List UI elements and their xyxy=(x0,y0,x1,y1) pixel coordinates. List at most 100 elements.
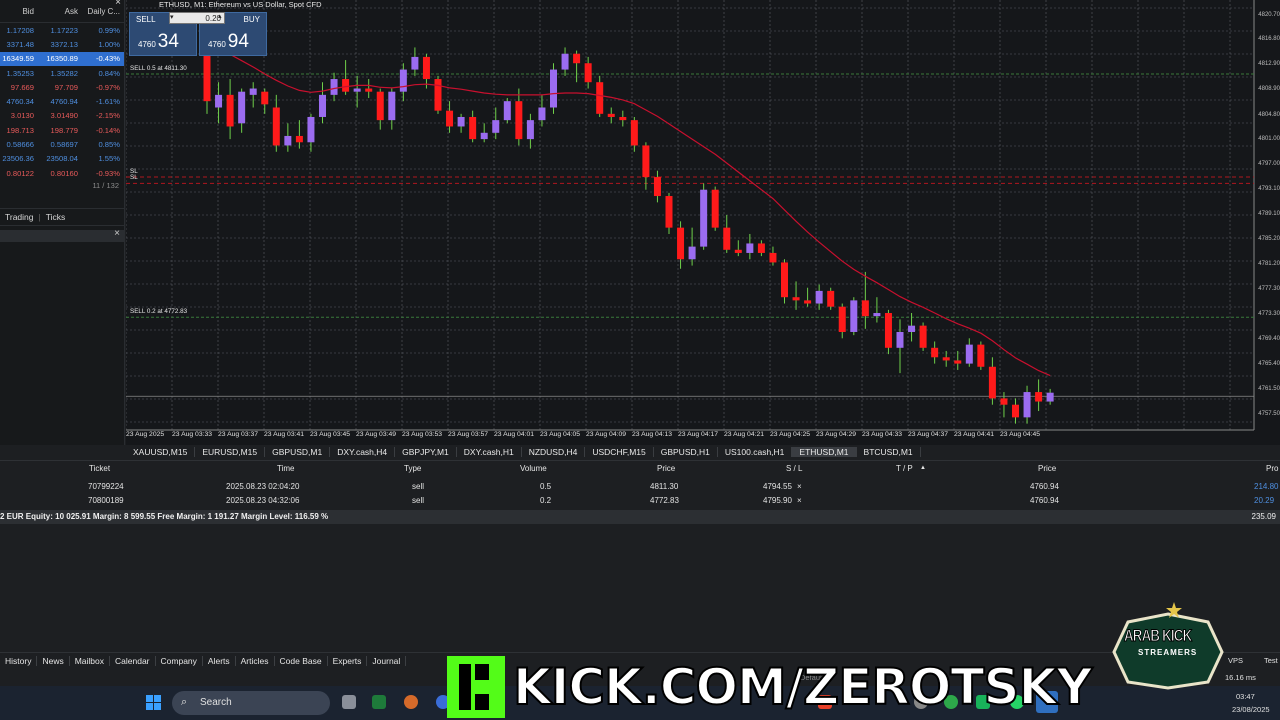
mw-ask: 1.35282 xyxy=(50,68,78,78)
header-price[interactable]: Price xyxy=(657,464,675,473)
symbol-tab[interactable]: GBPUSD,M1 xyxy=(265,447,331,457)
app-icon[interactable] xyxy=(404,695,418,709)
market-watch-row[interactable]: 0.58666 0.58697 0.85% xyxy=(0,137,124,151)
market-watch-row[interactable]: 4760.34 4760.94 -1.61% xyxy=(0,94,124,108)
mw-change: -0.43% xyxy=(95,54,120,64)
symbol-tab[interactable]: ETHUSD,M1 xyxy=(792,447,857,457)
candle-body xyxy=(284,135,292,146)
symbol-tab[interactable]: DXY.cash,H4 xyxy=(330,447,396,457)
trade-row[interactable]: 70799224 2025.08.23 02:04:20 sell 0.5 4811.3… xyxy=(0,482,1280,496)
candle-body xyxy=(954,360,962,364)
market-watch-row[interactable]: 23506.36 23508.04 1.55% xyxy=(0,152,124,166)
task-view-icon[interactable] xyxy=(342,695,356,709)
taskbar-search[interactable]: ⌕ Search xyxy=(172,691,330,715)
time-axis[interactable]: 23 Aug 2025 23 Aug 03:33 23 Aug 03:37 23 Au… xyxy=(126,430,1256,442)
stop-loss-label[interactable]: SL xyxy=(130,174,138,181)
header-current-price[interactable]: Price xyxy=(1038,464,1056,473)
col-ask[interactable]: Ask xyxy=(36,7,80,16)
market-watch-rows: 1.17208 1.17223 0.99% 3371.48 3372.13 1.00% 16… xyxy=(0,23,124,180)
market-watch-row[interactable]: 198.713 198.779 -0.14% xyxy=(0,123,124,137)
clock-time[interactable]: 03:47 xyxy=(1236,692,1255,701)
trade-sl: 4794.55 xyxy=(763,482,792,491)
trade-sl: 4795.90 xyxy=(763,496,792,505)
volume-up-icon[interactable]: ▴ xyxy=(218,12,222,20)
market-watch-header: Bid Ask Daily C... xyxy=(0,0,124,23)
market-watch-row[interactable]: 1.17208 1.17223 0.99% xyxy=(0,23,124,37)
header-volume[interactable]: Volume xyxy=(520,464,547,473)
vps-status[interactable]: VPS xyxy=(1228,656,1243,665)
candle-body xyxy=(919,325,927,348)
header-type[interactable]: Type xyxy=(404,464,421,473)
toolbox-tab[interactable]: Calendar xyxy=(110,655,156,666)
candle-body xyxy=(804,300,812,304)
toolbox-tab[interactable]: News xyxy=(37,655,70,666)
symbol-tab[interactable]: GBPUSD,H1 xyxy=(654,447,718,457)
trade-row[interactable]: 70800189 2025.08.23 04:32:06 sell 0.2 4772.8… xyxy=(0,496,1280,510)
mw-change: 0.85% xyxy=(98,140,120,150)
mw-change: -0.14% xyxy=(95,125,120,135)
tab-trading[interactable]: Trading xyxy=(0,212,39,222)
toolbox-tab[interactable]: Company xyxy=(156,655,203,666)
price-chart[interactable]: ETHUSD, M1: Ethereum vs US Dollar, Spot … xyxy=(126,0,1280,445)
header-ticket[interactable]: Ticket xyxy=(89,464,110,473)
tab-ticks[interactable]: Ticks xyxy=(41,212,71,222)
mw-change: -0.93% xyxy=(95,168,120,178)
mw-change: -2.15% xyxy=(95,111,120,121)
volume-input[interactable]: 0.20 xyxy=(169,12,225,24)
candle-body xyxy=(607,113,615,117)
candle-body xyxy=(850,300,858,332)
symbol-tab[interactable]: US100.cash,H1 xyxy=(718,447,793,457)
symbol-tab[interactable]: XAUUSD,M15 xyxy=(126,447,196,457)
navigator-title-bar[interactable]: × xyxy=(0,228,124,242)
mw-change: -0.97% xyxy=(95,82,120,92)
market-watch-row[interactable]: 16349.59 16350.89 -0.43% xyxy=(0,51,124,66)
volume-down-icon[interactable]: ▾ xyxy=(170,13,174,21)
market-watch-row[interactable]: 0.80122 0.80160 -0.93% xyxy=(0,166,124,180)
app-icon[interactable] xyxy=(372,695,386,709)
candle-body xyxy=(977,344,985,367)
price-tick-label: 4820.70 xyxy=(1258,11,1280,18)
windows-start-icon[interactable] xyxy=(146,695,162,711)
order-level-label[interactable]: SELL 0.2 at 4772.83 xyxy=(130,308,187,315)
market-watch-row[interactable]: 3371.48 3372.13 1.00% xyxy=(0,37,124,51)
candle-body xyxy=(584,63,592,83)
close-position-icon[interactable]: × xyxy=(797,482,802,491)
chart-canvas[interactable] xyxy=(126,0,1280,445)
sort-asc-icon[interactable]: ▲ xyxy=(920,465,926,471)
toolbox-tab[interactable]: Alerts xyxy=(203,655,236,666)
toolbox-tab[interactable]: History xyxy=(0,655,38,666)
symbol-tab[interactable]: NZDUSD,H4 xyxy=(522,447,586,457)
symbol-tab[interactable]: GBPJPY,M1 xyxy=(395,447,457,457)
arab-kick-badge: ARAB KICK STREAMERS xyxy=(1112,600,1224,690)
candle-body xyxy=(1035,392,1043,402)
symbol-tab[interactable]: DXY.cash,H1 xyxy=(457,447,522,457)
symbol-tab[interactable]: USDCHF,M15 xyxy=(585,447,654,457)
trade-ticket: 70800189 xyxy=(88,496,124,505)
toolbox-tab[interactable]: Experts xyxy=(328,655,368,666)
symbol-tab[interactable]: BTCUSD,M1 xyxy=(857,447,921,457)
close-icon[interactable]: × xyxy=(114,228,120,239)
market-watch-row[interactable]: 1.35253 1.35282 0.84% xyxy=(0,66,124,80)
header-tp[interactable]: T / P xyxy=(896,464,913,473)
close-position-icon[interactable]: × xyxy=(797,496,802,505)
toolbox-tab[interactable]: Code Base xyxy=(275,655,328,666)
toolbox-tab[interactable]: Articles xyxy=(236,655,275,666)
header-time[interactable]: Time xyxy=(277,464,294,473)
symbol-tab[interactable]: EURUSD,M15 xyxy=(195,447,266,457)
test-status[interactable]: Test xyxy=(1264,656,1278,665)
close-icon[interactable]: × xyxy=(115,0,121,8)
market-watch-row[interactable]: 97.669 97.709 -0.97% xyxy=(0,80,124,94)
mw-ask: 16350.89 xyxy=(46,54,78,64)
toolbox-tab[interactable]: Journal xyxy=(367,655,407,666)
header-profit[interactable]: Pro xyxy=(1266,464,1278,473)
market-watch-row[interactable]: 3.0130 3.01490 -2.15% xyxy=(0,109,124,123)
header-sl[interactable]: S / L xyxy=(786,464,802,473)
toolbox-tab[interactable]: Mailbox xyxy=(70,655,111,666)
clock-date[interactable]: 23/08/2025 xyxy=(1232,705,1270,714)
mw-change: 1.55% xyxy=(98,154,120,164)
candle-body xyxy=(896,331,904,348)
price-scale[interactable]: 4820.70 4816.80 4812.90 4808.90 4804.80 4801.… xyxy=(1254,0,1280,430)
order-level-label[interactable]: SELL 0.5 at 4811.30 xyxy=(130,65,187,72)
col-bid[interactable]: Bid xyxy=(0,7,36,16)
candle-body xyxy=(342,79,350,92)
